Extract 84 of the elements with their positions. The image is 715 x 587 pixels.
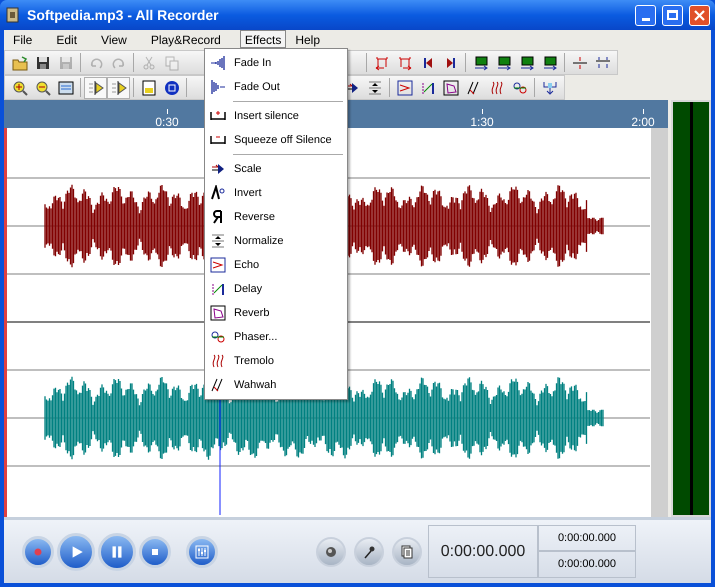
mixer-button[interactable] bbox=[186, 536, 218, 568]
echo-icon bbox=[396, 80, 412, 96]
window-icon bbox=[58, 80, 74, 96]
fade-in-icon bbox=[210, 55, 226, 71]
time-label: 2:00 bbox=[631, 114, 655, 131]
tick-mark bbox=[482, 109, 483, 114]
mixer-icon bbox=[194, 544, 210, 560]
funnel-arrow-icon bbox=[542, 80, 558, 96]
microphone-button[interactable] bbox=[354, 536, 384, 566]
reverb-icon bbox=[210, 305, 226, 321]
document-icon bbox=[140, 80, 156, 96]
close-icon bbox=[694, 10, 705, 20]
block-arrow-icon bbox=[496, 54, 512, 70]
minimize-button[interactable] bbox=[635, 4, 656, 26]
menu-entry[interactable]: Delay bbox=[205, 277, 347, 301]
tremolo-icon bbox=[210, 353, 226, 369]
folder-icon bbox=[12, 54, 28, 70]
normalize-icon bbox=[210, 233, 226, 249]
loop-icon bbox=[164, 80, 180, 96]
fade-out-icon bbox=[210, 79, 226, 95]
menu-entry[interactable]: Phaser... bbox=[205, 325, 347, 349]
menu-item[interactable]: Effects bbox=[240, 30, 286, 48]
menu-entry[interactable]: Scale bbox=[205, 157, 347, 181]
menu-entry[interactable]: Reverse bbox=[205, 205, 347, 229]
window-title: Softpedia.mp3 - All Recorder bbox=[27, 6, 220, 25]
time-label: 1:30 bbox=[470, 114, 494, 131]
zoom-out-icon bbox=[34, 80, 50, 96]
menu-entry[interactable]: Insert silence bbox=[205, 104, 347, 128]
bracket-arrow-icon bbox=[374, 54, 390, 70]
menu-entry[interactable]: Squeeze off Silence bbox=[205, 128, 347, 152]
block-arrow-icon bbox=[518, 54, 534, 70]
time-display: 0:00:00.000 bbox=[428, 525, 538, 578]
join-line-icon bbox=[594, 54, 610, 70]
delay-icon bbox=[210, 281, 226, 297]
phaser-icon bbox=[512, 80, 528, 96]
block-arrow-icon bbox=[542, 54, 558, 70]
start-time-display: 0:00:00.000 bbox=[538, 525, 636, 551]
wahwah-icon bbox=[466, 80, 482, 96]
phaser-icon bbox=[210, 329, 226, 345]
scissors-icon bbox=[140, 54, 156, 70]
menu-entry[interactable]: Fade In bbox=[205, 51, 347, 75]
documents-button[interactable] bbox=[392, 536, 422, 566]
app-icon bbox=[5, 7, 21, 23]
echo-icon bbox=[210, 257, 226, 273]
play-button[interactable] bbox=[57, 532, 95, 570]
record-button[interactable] bbox=[22, 536, 54, 568]
menu-entry[interactable]: Wahwah bbox=[205, 373, 347, 397]
menu-entry[interactable]: Tremolo bbox=[205, 349, 347, 373]
copy-icon bbox=[164, 54, 180, 70]
menu-entry[interactable]: Echo bbox=[205, 253, 347, 277]
scale-icon bbox=[210, 161, 226, 177]
marker-button[interactable] bbox=[107, 76, 130, 98]
stop-button[interactable] bbox=[139, 536, 171, 568]
maximize-icon bbox=[667, 10, 678, 20]
menu-item[interactable]: Edit bbox=[51, 30, 82, 48]
minimize-icon bbox=[642, 18, 650, 20]
reverb-icon bbox=[442, 80, 458, 96]
menu-entry[interactable]: Fade Out bbox=[205, 75, 347, 99]
documents-icon bbox=[399, 544, 415, 560]
menu-item[interactable]: View bbox=[96, 30, 132, 48]
pause-button[interactable] bbox=[98, 532, 136, 570]
time-label: 0:30 bbox=[155, 114, 179, 131]
zoom-in-icon bbox=[12, 80, 28, 96]
split-line-icon bbox=[572, 54, 588, 70]
menu-entry[interactable]: Normalize bbox=[205, 229, 347, 253]
menu-item[interactable]: Play&Record bbox=[146, 30, 226, 48]
bracket-arrow-icon bbox=[396, 54, 412, 70]
tick-mark bbox=[643, 109, 644, 114]
end-time-display: 0:00:00.000 bbox=[538, 551, 636, 578]
speaker-button[interactable] bbox=[316, 536, 346, 566]
menu-entry[interactable]: Invert bbox=[205, 181, 347, 205]
block-arrow-icon bbox=[472, 54, 488, 70]
menu-entry[interactable]: Reverb bbox=[205, 301, 347, 325]
maximize-button[interactable] bbox=[662, 4, 683, 26]
marker-button[interactable] bbox=[84, 76, 107, 98]
menu-item[interactable]: Help bbox=[290, 30, 326, 48]
marker-icon bbox=[88, 80, 104, 96]
marker-icon bbox=[110, 80, 126, 96]
normalize-icon bbox=[366, 80, 382, 96]
tick-mark bbox=[167, 109, 168, 114]
close-button[interactable] bbox=[689, 4, 710, 26]
invert-icon bbox=[210, 185, 226, 201]
menu-item[interactable]: File bbox=[8, 30, 38, 48]
tremolo-icon bbox=[488, 80, 504, 96]
